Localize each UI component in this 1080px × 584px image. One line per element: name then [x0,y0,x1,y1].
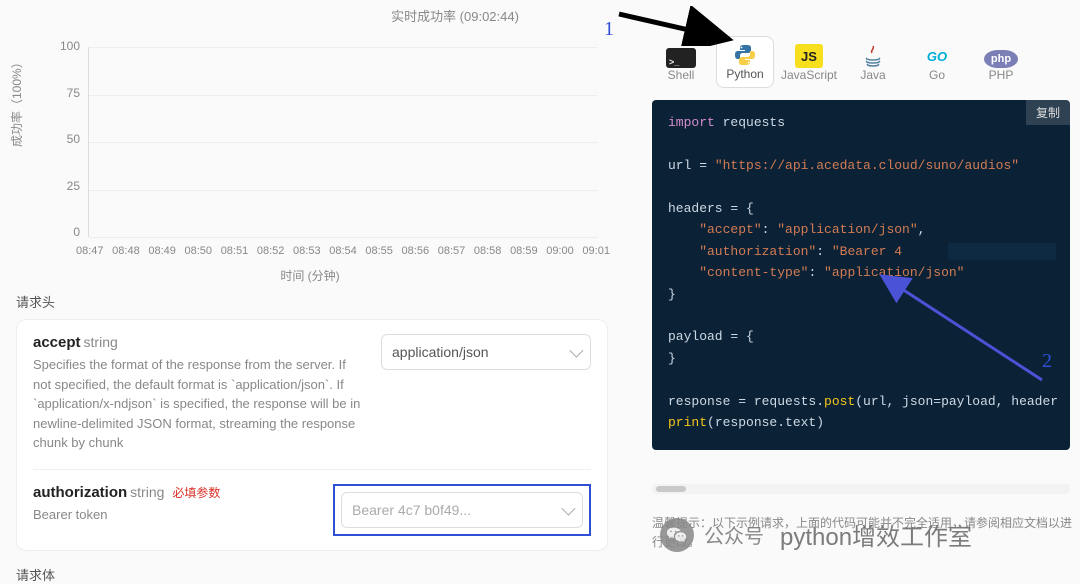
request-headers-card: acceptstring Specifies the format of the… [16,319,608,551]
tab-javascript[interactable]: JS JavaScript [780,38,838,88]
x-axis-label: 时间 (分钟) [10,267,610,284]
footer-hint: 温馨提示：以下示例请求，上面的代码可能并不完全适用，请参阅相应文档以进行更改。 [652,514,1072,552]
success-rate-chart: 成功率（100%） 100 75 50 25 0 08:47 08:48 08:… [10,27,610,282]
annotation-1: 1 [604,18,614,41]
scrollbar-thumb[interactable] [656,486,686,492]
tab-shell[interactable]: Shell [652,42,710,88]
tab-go[interactable]: GO Go [908,38,966,88]
chart-title: 实时成功率 (09:02:44) [0,0,620,27]
python-icon [731,43,759,67]
code-content[interactable]: import requests url = "https://api.aceda… [652,100,1070,446]
request-headers-label: 请求头 [0,292,620,311]
chevron-down-icon [561,501,575,515]
param-auth-type: string [130,484,164,500]
language-tabs: Shell Python JS JavaScript Java GO Go ph… [620,0,1080,88]
go-icon: GO [923,44,951,68]
code-horizontal-scrollbar[interactable] [652,484,1070,494]
param-auth-name: authorization [33,484,127,501]
y-ticks: 100 75 50 25 0 [40,39,80,239]
y-axis-label: 成功率（100%） [8,56,25,147]
param-auth-desc: Bearer token [33,505,317,525]
tab-java[interactable]: Java [844,38,902,88]
java-icon [859,44,887,68]
redaction-bar [948,243,1056,260]
param-accept-type: string [84,334,118,350]
tab-php[interactable]: php PHP [972,44,1030,88]
copy-button[interactable]: 复制 [1026,100,1070,125]
required-badge: 必填参数 [172,486,220,500]
accept-select[interactable]: application/json [381,334,591,370]
x-ticks: 08:47 08:48 08:49 08:50 08:51 08:52 08:5… [76,245,610,257]
authorization-highlight-box: Bearer 4c7 b0f49... [333,484,591,536]
authorization-select[interactable]: Bearer 4c7 b0f49... [341,492,583,528]
param-accept-desc: Specifies the format of the response fro… [33,355,365,453]
shell-icon [666,48,696,68]
javascript-icon: JS [795,44,823,68]
annotation-2: 2 [1042,350,1052,373]
request-body-label: 请求体 [0,565,620,584]
chevron-down-icon [569,344,583,358]
php-icon: php [984,50,1018,68]
code-sample-panel: 复制 import requests url = "https://api.ac… [652,100,1070,450]
tab-python[interactable]: Python [716,36,774,88]
param-accept-name: accept [33,334,81,351]
